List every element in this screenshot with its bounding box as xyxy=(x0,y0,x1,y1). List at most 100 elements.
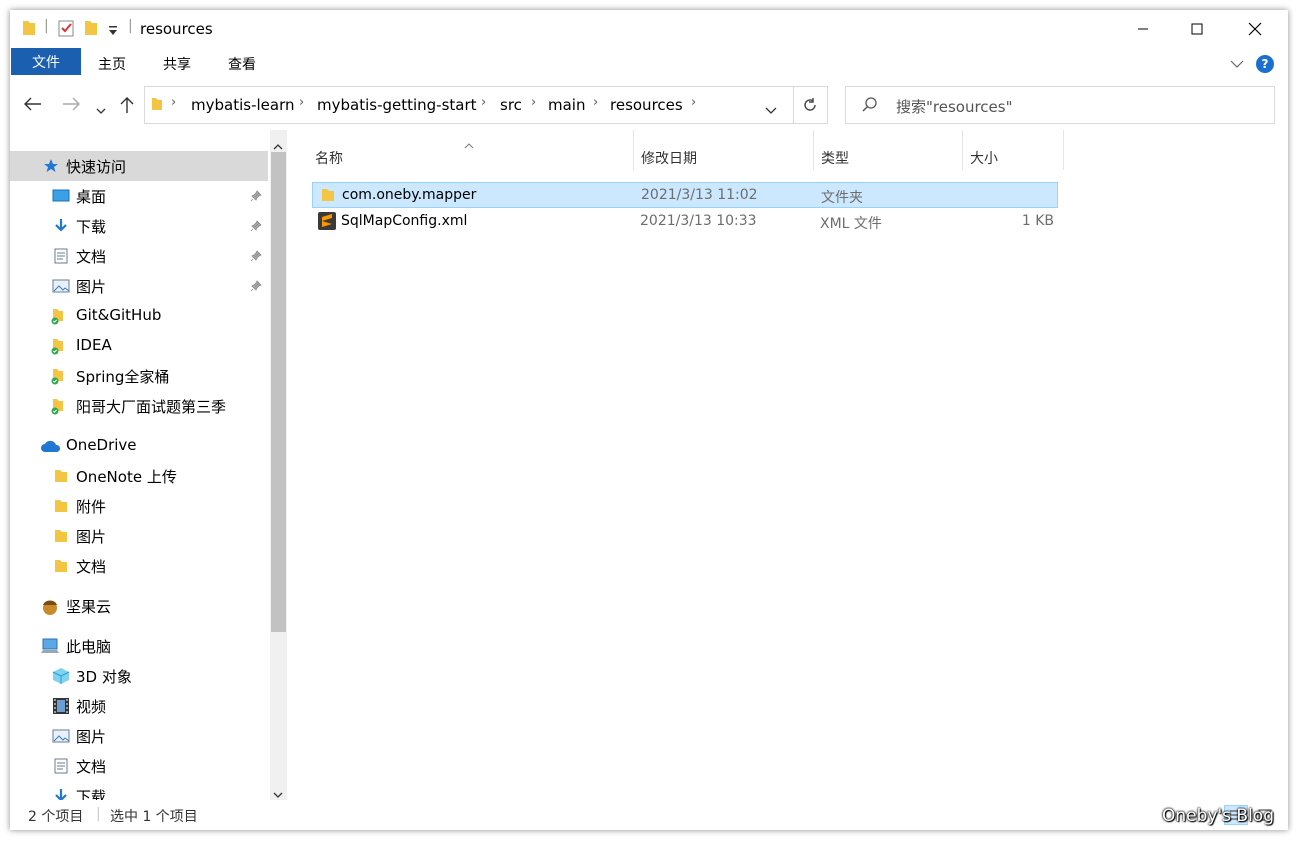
sidebar-item-videos[interactable]: 视频 xyxy=(10,691,268,721)
breadcrumb-item[interactable]: src xyxy=(500,96,522,114)
sidebar-item-label: 桌面 xyxy=(76,188,107,206)
sidebar-item-label: OneNote 上传 xyxy=(76,468,177,486)
sidebar-item-label: IDEA xyxy=(76,336,112,354)
synced-folder-icon xyxy=(50,337,68,355)
breadcrumb-item[interactable]: mybatis-learn xyxy=(191,96,294,114)
sidebar-item-pc-pictures[interactable]: 图片 xyxy=(10,721,268,751)
sidebar-item-interview[interactable]: 阳哥大厂面试题第三季 xyxy=(10,391,268,421)
sidebar-item-idea[interactable]: IDEA xyxy=(10,331,268,361)
breadcrumb-item[interactable]: main xyxy=(548,96,585,114)
sidebar-item-od-documents[interactable]: 文档 xyxy=(10,551,268,581)
breadcrumb-separator[interactable]: › xyxy=(531,95,536,110)
sidebar-item-label: 视频 xyxy=(76,698,107,716)
recent-locations-button[interactable] xyxy=(96,100,106,119)
pin-icon[interactable] xyxy=(250,188,262,206)
address-history-button[interactable] xyxy=(765,100,777,119)
sidebar-item-label: Spring全家桶 xyxy=(76,368,170,386)
file-list: 名称 修改日期 类型 大小 com.oneby.mapper 2021/3/13… xyxy=(287,130,1288,800)
address-bar[interactable]: › mybatis-learn › mybatis-getting-start … xyxy=(144,86,794,124)
search-box[interactable]: 搜索"resources" xyxy=(845,86,1275,124)
sidebar-item-label: 图片 xyxy=(76,728,107,746)
column-divider[interactable] xyxy=(633,130,634,170)
synced-folder-icon xyxy=(50,307,68,325)
breadcrumb-separator[interactable]: › xyxy=(171,95,176,110)
computer-icon xyxy=(40,637,60,655)
minimize-button[interactable] xyxy=(1114,10,1172,48)
ribbon-controls: ? xyxy=(1230,54,1274,73)
expand-ribbon-icon[interactable] xyxy=(1230,54,1244,73)
folder-icon xyxy=(321,187,335,207)
nut-icon xyxy=(40,596,60,616)
status-separator: | xyxy=(96,806,101,822)
folder-icon xyxy=(52,557,70,575)
sidebar-item-this-pc[interactable]: 此电脑 xyxy=(10,631,268,661)
ribbon: 文件 主页 共享 查看 ? xyxy=(10,48,1288,78)
sidebar-item-onenote[interactable]: OneNote 上传 xyxy=(10,461,268,491)
arrow-left-icon xyxy=(24,97,41,111)
up-button[interactable] xyxy=(120,96,134,118)
sidebar-item-label: Git&GitHub xyxy=(76,306,162,324)
sidebar-item-quick-access[interactable]: 快速访问 xyxy=(10,151,268,181)
forward-button[interactable] xyxy=(62,96,80,115)
breadcrumb-separator[interactable]: › xyxy=(593,95,598,110)
sidebar-item-label: OneDrive xyxy=(66,436,137,454)
breadcrumb-item[interactable]: resources xyxy=(610,96,683,114)
sidebar-scrollbar[interactable] xyxy=(270,130,287,800)
new-folder-icon[interactable] xyxy=(84,19,98,41)
picture-icon xyxy=(52,277,70,295)
pin-icon[interactable] xyxy=(250,278,262,296)
customize-toolbar-icon[interactable] xyxy=(108,22,118,41)
sidebar-item-label: 附件 xyxy=(76,498,107,516)
sidebar-item-label: 下载 xyxy=(76,218,107,236)
close-button[interactable] xyxy=(1226,10,1284,48)
minimize-icon xyxy=(1138,28,1148,30)
breadcrumb-separator[interactable]: › xyxy=(481,95,486,110)
maximize-button[interactable] xyxy=(1168,10,1226,48)
sidebar-item-pc-downloads[interactable]: 下载 xyxy=(10,781,268,800)
title-bar: | | resources xyxy=(10,10,1288,48)
sidebar-item-documents[interactable]: 文档 xyxy=(10,241,268,271)
properties-icon[interactable] xyxy=(58,19,74,41)
file-date: 2021/3/13 10:33 xyxy=(640,213,757,229)
refresh-icon xyxy=(804,98,816,111)
tab-view[interactable]: 查看 xyxy=(228,54,256,74)
pin-icon[interactable] xyxy=(250,248,262,266)
back-button[interactable] xyxy=(24,96,42,115)
pin-icon[interactable] xyxy=(250,218,262,236)
sidebar-item-git-github[interactable]: Git&GitHub xyxy=(10,301,268,331)
tab-home[interactable]: 主页 xyxy=(98,54,126,74)
sidebar-item-label: 文档 xyxy=(76,758,107,776)
column-divider[interactable] xyxy=(962,130,963,170)
tab-share[interactable]: 共享 xyxy=(163,54,191,74)
sidebar-item-3d-objects[interactable]: 3D 对象 xyxy=(10,661,268,691)
document-icon xyxy=(52,757,70,775)
selection-count: 选中 1 个项目 xyxy=(110,809,198,825)
sidebar-item-onedrive[interactable]: OneDrive xyxy=(10,431,268,461)
sidebar-item-downloads[interactable]: 下载 xyxy=(10,211,268,241)
search-input[interactable]: 搜索"resources" xyxy=(896,96,1013,117)
sidebar-item-spring[interactable]: Spring全家桶 xyxy=(10,361,268,391)
navigation-pane: 快速访问 桌面 下载 文档 图片 Git&GitHub IDEA Spring全… xyxy=(10,130,270,800)
window-title: resources xyxy=(140,20,213,38)
sidebar-item-nutstore[interactable]: 坚果云 xyxy=(10,591,268,621)
table-row[interactable]: SqlMapConfig.xml 2021/3/13 10:33 XML 文件 … xyxy=(312,209,1058,235)
table-row[interactable]: com.oneby.mapper 2021/3/13 11:02 文件夹 xyxy=(312,182,1058,208)
sidebar-item-od-pictures[interactable]: 图片 xyxy=(10,521,268,551)
breadcrumb-separator[interactable]: › xyxy=(691,95,696,110)
sidebar-item-desktop[interactable]: 桌面 xyxy=(10,181,268,211)
sidebar-item-pictures[interactable]: 图片 xyxy=(10,271,268,301)
sidebar-item-pc-documents[interactable]: 文档 xyxy=(10,751,268,781)
refresh-button[interactable] xyxy=(793,86,828,124)
folder-icon xyxy=(52,497,70,515)
picture-icon xyxy=(52,727,70,745)
breadcrumb-item[interactable]: mybatis-getting-start xyxy=(317,96,477,114)
column-divider[interactable] xyxy=(1063,130,1064,170)
breadcrumb-separator[interactable]: › xyxy=(299,95,304,110)
sidebar-item-attachments[interactable]: 附件 xyxy=(10,491,268,521)
file-name: com.oneby.mapper xyxy=(342,187,477,203)
help-icon[interactable]: ? xyxy=(1256,54,1274,73)
scrollbar-thumb[interactable] xyxy=(271,152,286,632)
column-divider[interactable] xyxy=(813,130,814,170)
sidebar-item-label: 图片 xyxy=(76,278,107,296)
tab-file[interactable]: 文件 xyxy=(11,48,81,75)
